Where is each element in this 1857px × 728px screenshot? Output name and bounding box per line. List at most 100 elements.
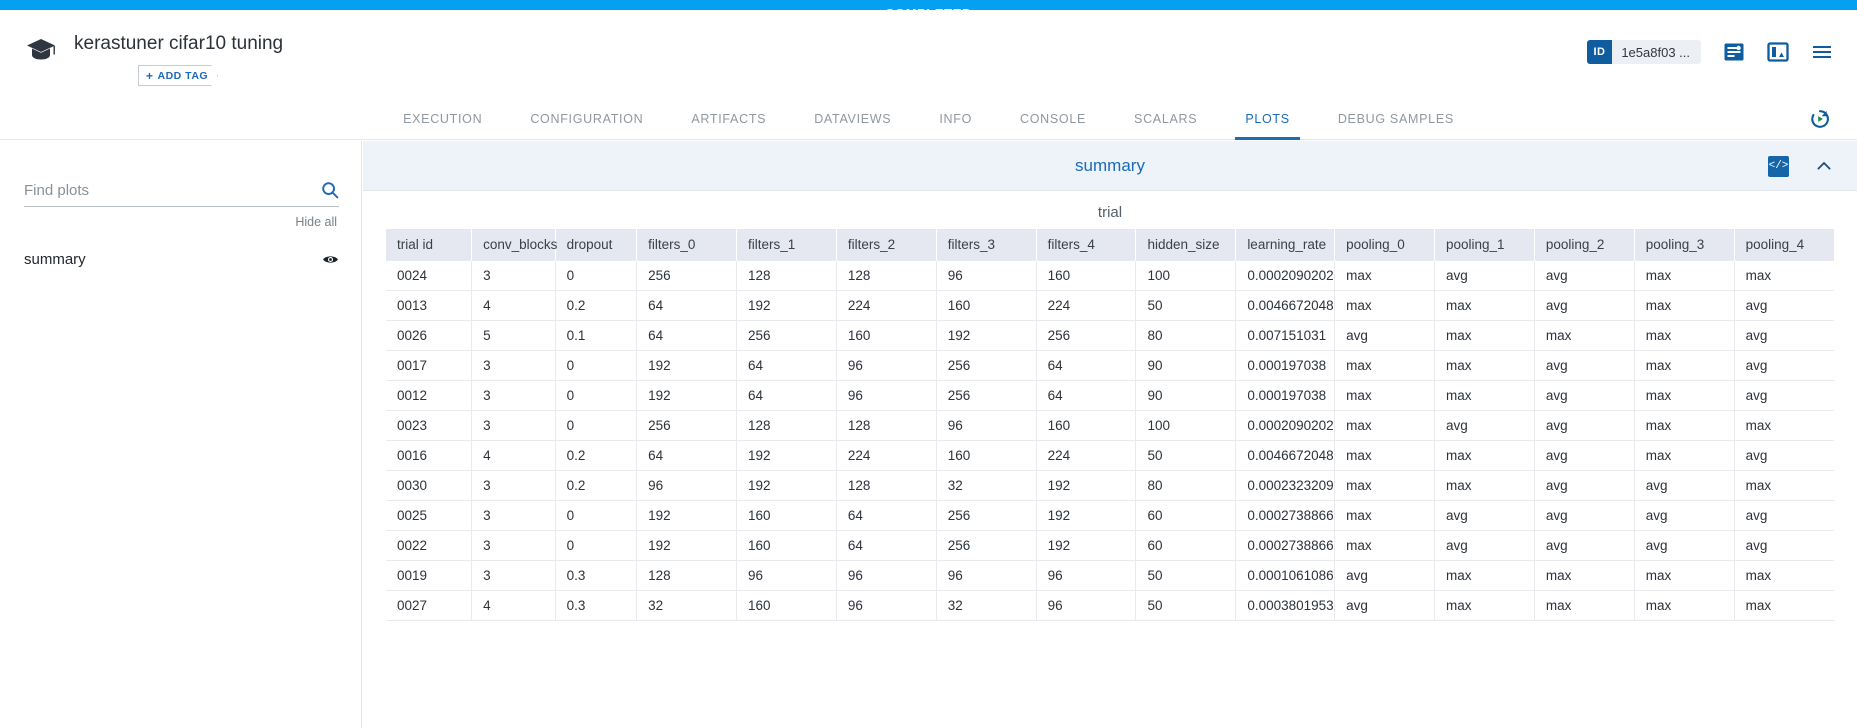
table-cell: 64 <box>737 351 837 381</box>
table-cell: max <box>1534 591 1634 621</box>
table-cell: avg <box>1335 591 1435 621</box>
trial-table-container: trial idconv_blocksdropoutfilters_0filte… <box>386 229 1834 621</box>
table-cell: 64 <box>836 531 936 561</box>
tab-console[interactable]: CONSOLE <box>996 98 1110 140</box>
table-cell: avg <box>1534 531 1634 561</box>
table-cell: avg <box>1534 381 1634 411</box>
hamburger-menu-icon[interactable] <box>1811 41 1833 63</box>
table-cell: 160 <box>737 531 837 561</box>
table-cell: 0 <box>555 351 637 381</box>
table-cell: 3 <box>472 561 556 591</box>
table-cell: 96 <box>637 471 737 501</box>
tab-plots[interactable]: PLOTS <box>1221 98 1314 140</box>
tab-info[interactable]: INFO <box>915 98 996 140</box>
table-cell: max <box>1335 351 1435 381</box>
title-block: kerastuner cifar10 tuning + ADD TAG <box>74 32 283 86</box>
table-cell: max <box>1435 381 1535 411</box>
table-cell: 192 <box>1036 531 1136 561</box>
compare-view-icon[interactable] <box>1767 41 1789 63</box>
list-item-label: summary <box>24 251 86 268</box>
table-cell: 3 <box>472 261 556 291</box>
table-cell: 128 <box>737 261 837 291</box>
table-cell: 50 <box>1136 591 1236 621</box>
table-cell: 0013 <box>386 291 472 321</box>
tab-list: EXECUTIONCONFIGURATIONARTIFACTSDATAVIEWS… <box>0 98 1857 140</box>
table-cell: 96 <box>836 561 936 591</box>
search-input[interactable] <box>24 182 321 199</box>
trial-table: trial idconv_blocksdropoutfilters_0filte… <box>386 229 1834 621</box>
table-cell: avg <box>1435 411 1535 441</box>
table-cell: 256 <box>637 411 737 441</box>
table-header: trial idconv_blocksdropoutfilters_0filte… <box>386 229 1834 261</box>
table-cell: 96 <box>836 351 936 381</box>
table-cell: avg <box>1335 321 1435 351</box>
table-cell: 128 <box>737 411 837 441</box>
table-cell: 192 <box>637 531 737 561</box>
table-cell: 100 <box>1136 261 1236 291</box>
auto-refresh-icon[interactable] <box>1809 108 1831 130</box>
table-cell: 32 <box>936 591 1036 621</box>
table-cell: 224 <box>836 291 936 321</box>
table-cell: max <box>1435 321 1535 351</box>
experiment-id-chip[interactable]: ID 1e5a8f03 ... <box>1587 40 1701 64</box>
tab-artifacts[interactable]: ARTIFACTS <box>667 98 790 140</box>
table-cell: 50 <box>1136 441 1236 471</box>
table-cell: 96 <box>737 561 837 591</box>
table-cell: 160 <box>936 291 1036 321</box>
table-cell: 96 <box>936 261 1036 291</box>
table-cell: max <box>1634 261 1734 291</box>
table-cell: max <box>1734 411 1834 441</box>
experiment-header-left: kerastuner cifar10 tuning + ADD TAG <box>24 32 283 86</box>
table-body: 002430256128128961601000.0002090202maxav… <box>386 261 1834 621</box>
tab-scalars[interactable]: SCALARS <box>1110 98 1221 140</box>
table-cell: 64 <box>737 381 837 411</box>
table-cell: 0025 <box>386 501 472 531</box>
table-cell: 128 <box>637 561 737 591</box>
eye-icon[interactable] <box>322 251 339 268</box>
table-cell: 256 <box>1036 321 1136 351</box>
table-cell: avg <box>1435 261 1535 291</box>
table-cell: max <box>1634 561 1734 591</box>
table-cell: 0022 <box>386 531 472 561</box>
add-tag-button[interactable]: + ADD TAG <box>138 65 218 86</box>
tab-debug-samples[interactable]: DEBUG SAMPLES <box>1314 98 1478 140</box>
table-cell: avg <box>1734 321 1834 351</box>
view-code-button[interactable]: </> <box>1768 156 1789 177</box>
table-cell: 50 <box>1136 291 1236 321</box>
table-cell: 256 <box>936 531 1036 561</box>
chevron-up-icon[interactable] <box>1815 157 1833 175</box>
table-cell: max <box>1634 381 1734 411</box>
table-cell: 0026 <box>386 321 472 351</box>
tab-configuration[interactable]: CONFIGURATION <box>506 98 667 140</box>
sidebar-item-summary[interactable]: summary <box>24 244 339 274</box>
search-icon[interactable] <box>321 181 339 199</box>
column-header: filters_4 <box>1036 229 1136 261</box>
tab-dataviews[interactable]: DATAVIEWS <box>790 98 915 140</box>
id-value: 1e5a8f03 ... <box>1612 45 1701 60</box>
table-cell: avg <box>1534 291 1634 321</box>
table-cell: 192 <box>1036 501 1136 531</box>
table-cell: max <box>1634 441 1734 471</box>
table-cell: avg <box>1534 471 1634 501</box>
table-cell: 3 <box>472 381 556 411</box>
table-cell: 64 <box>1036 381 1136 411</box>
table-cell: avg <box>1435 501 1535 531</box>
table-cell: 64 <box>637 291 737 321</box>
column-header: conv_blocks <box>472 229 556 261</box>
table-cell: 32 <box>637 591 737 621</box>
table-row: 00223019216064256192600.0002738866maxavg… <box>386 531 1834 561</box>
table-cell: max <box>1734 471 1834 501</box>
page-title: kerastuner cifar10 tuning <box>74 32 283 56</box>
plots-main-panel: summary </> trial <box>363 141 1857 728</box>
table-cell: max <box>1335 291 1435 321</box>
table-cell: 0017 <box>386 351 472 381</box>
table-cell: max <box>1435 291 1535 321</box>
log-viewer-icon[interactable] <box>1723 41 1745 63</box>
hide-all-button[interactable]: Hide all <box>295 215 337 229</box>
table-cell: 192 <box>737 471 837 501</box>
tab-execution[interactable]: EXECUTION <box>379 98 506 140</box>
table-cell: 192 <box>737 441 837 471</box>
table-row: 001930.312896969696500.0001061086avgmaxm… <box>386 561 1834 591</box>
table-cell: 192 <box>936 321 1036 351</box>
table-cell: avg <box>1734 381 1834 411</box>
